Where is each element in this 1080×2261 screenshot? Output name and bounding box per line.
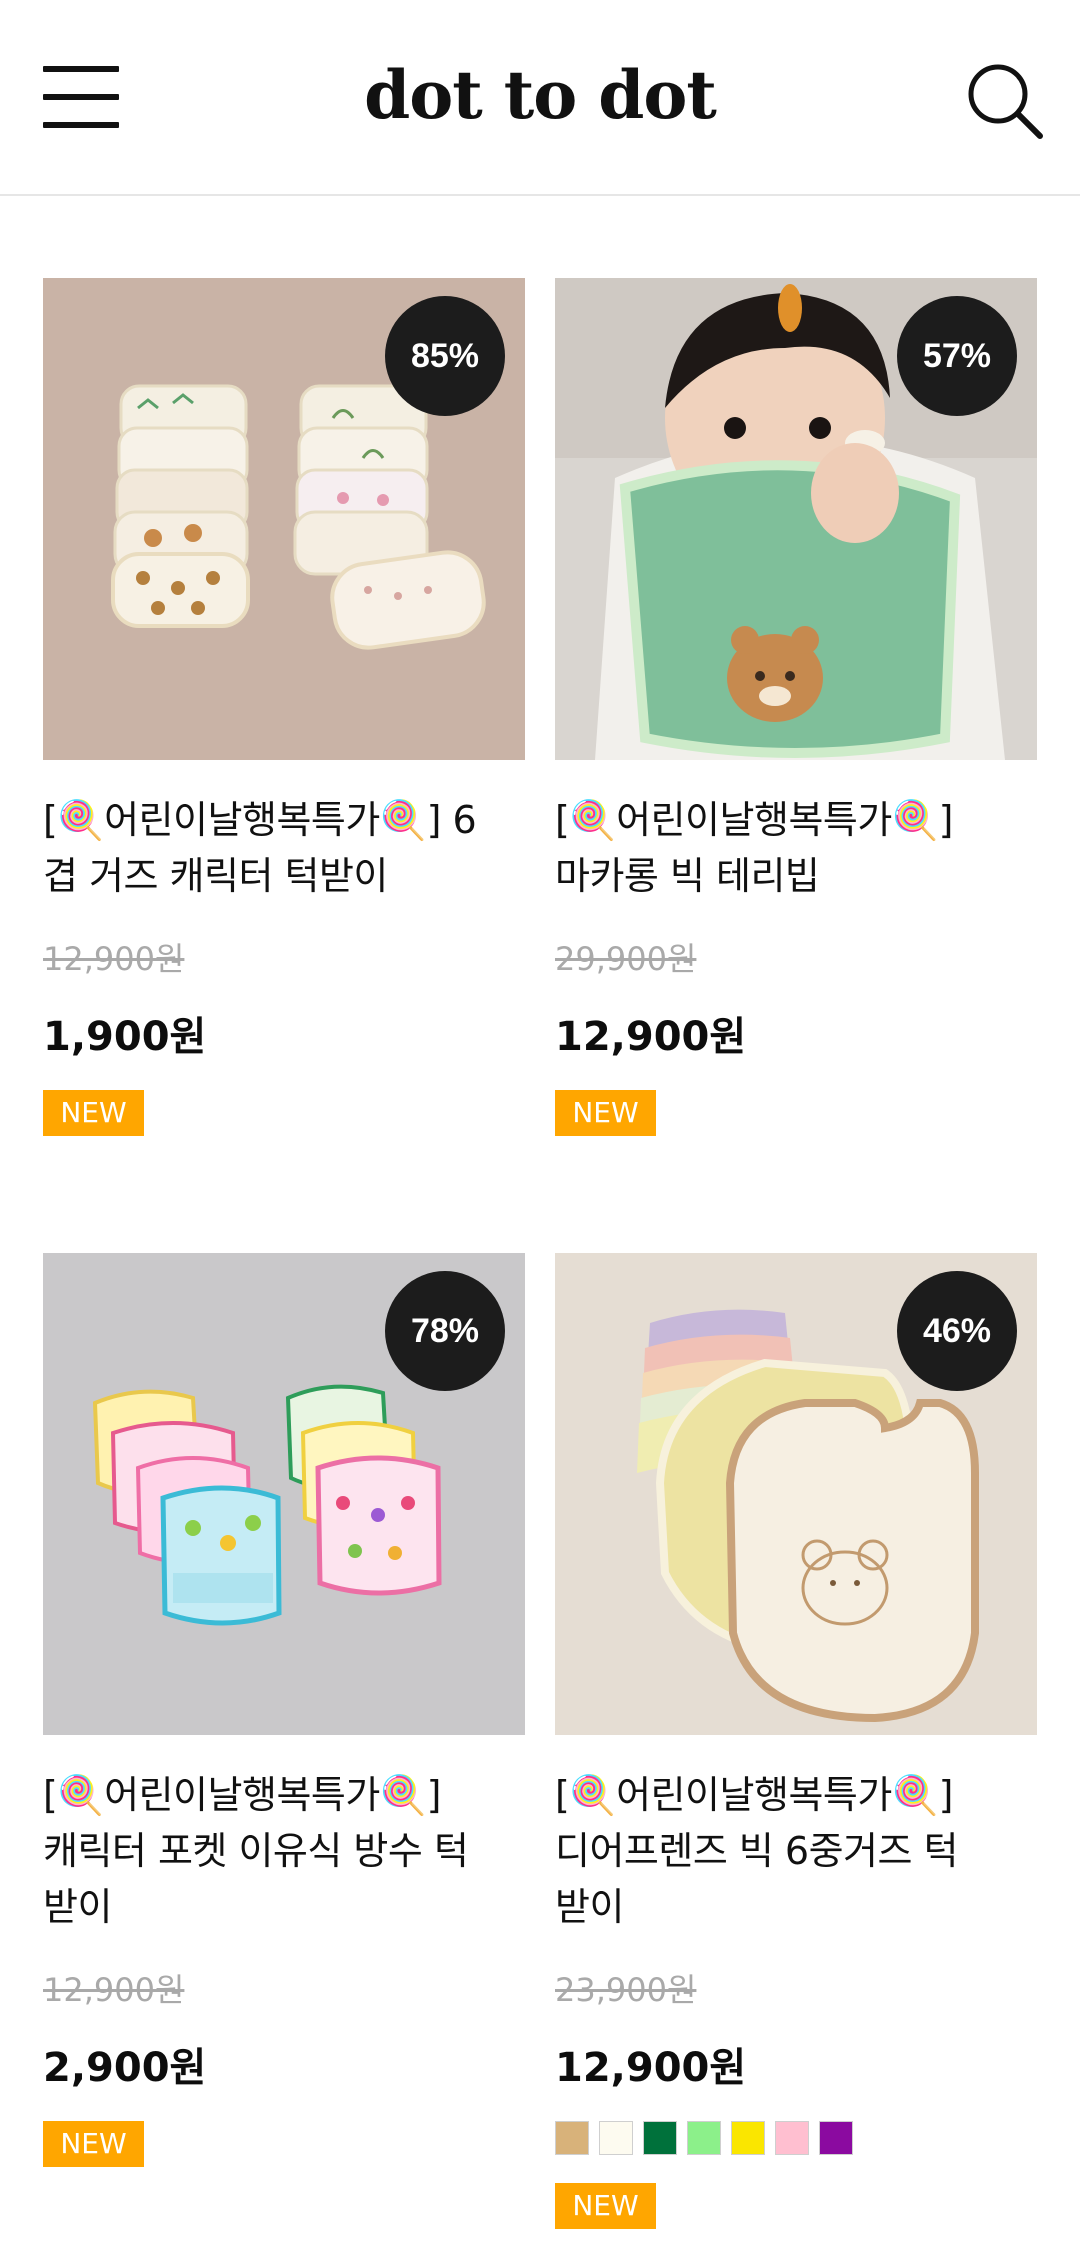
product-title-line: 캐릭터 포켓 이유식 방수 턱 [43,1829,469,1873]
product-image[interactable]: 57% [555,278,1037,760]
sale-price: 12,900원 [555,2045,747,2091]
discount-badge: 78% [385,1271,505,1391]
product-title-line: 받이 [555,1885,624,1929]
product-card[interactable]: 78% [🍭어린이날행복특가🍭] 캐릭터 포켓 이유식 방수 턱 받이 12,9… [43,1253,525,2167]
color-swatch[interactable] [643,2121,677,2155]
product-title[interactable]: [🍭어린이날행복특가🍭] 디어프렌즈 빅 6중거즈 턱 받이 [555,1767,1037,1935]
color-swatch[interactable] [599,2121,633,2155]
color-swatch[interactable] [775,2121,809,2155]
product-title-line: 디어프렌즈 빅 6중거즈 턱 [555,1829,959,1873]
product-card[interactable]: 46% [🍭어린이날행복특가🍭] 디어프렌즈 빅 6중거즈 턱 받이 23,90… [555,1253,1037,2229]
product-title-line: [🍭어린이날행복특가🍭] 6 [43,798,477,842]
top-header: dot to dot [0,0,1080,196]
product-image[interactable]: 78% [43,1253,525,1735]
product-title-line: 겹 거즈 캐릭터 턱받이 [43,854,388,898]
color-swatch[interactable] [555,2121,589,2155]
product-card[interactable]: 85% [🍭어린이날행복특가🍭] 6 겹 거즈 캐릭터 턱받이 12,900원 … [43,278,525,1136]
sale-price: 12,900원 [555,1014,747,1060]
product-card[interactable]: 57% [🍭어린이날행복특가🍭] 마카롱 빅 테리빕 29,900원 12,90… [555,278,1037,1136]
product-title-line: [🍭어린이날행복특가🍭] [555,1773,953,1817]
new-tag: NEW [555,1090,656,1136]
discount-badge: 85% [385,296,505,416]
product-title[interactable]: [🍭어린이날행복특가🍭] 마카롱 빅 테리빕 [555,792,1037,904]
color-swatch[interactable] [731,2121,765,2155]
sale-price: 2,900원 [43,2045,207,2091]
new-tag: NEW [43,1090,144,1136]
product-title-line: [🍭어린이날행복특가🍭] [43,1773,441,1817]
original-price: 12,900원 [43,1971,185,2009]
discount-badge: 46% [897,1271,1017,1391]
product-image[interactable]: 85% [43,278,525,760]
sale-price: 1,900원 [43,1014,207,1060]
product-title-line: [🍭어린이날행복특가🍭] [555,798,953,842]
product-title[interactable]: [🍭어린이날행복특가🍭] 캐릭터 포켓 이유식 방수 턱 받이 [43,1767,525,1935]
new-tag: NEW [555,2183,656,2229]
color-swatch[interactable] [819,2121,853,2155]
original-price: 23,900원 [555,1971,697,2009]
product-title-line: 받이 [43,1885,112,1929]
search-icon[interactable] [966,62,1044,140]
product-image[interactable]: 46% [555,1253,1037,1735]
new-tag: NEW [43,2121,144,2167]
store-logo[interactable]: dot to dot [0,56,1080,134]
product-title-line: 마카롱 빅 테리빕 [555,854,820,898]
original-price: 12,900원 [43,940,185,978]
color-swatch[interactable] [687,2121,721,2155]
color-swatches [555,2121,1037,2155]
product-title[interactable]: [🍭어린이날행복특가🍭] 6 겹 거즈 캐릭터 턱받이 [43,792,525,904]
original-price: 29,900원 [555,940,697,978]
discount-badge: 57% [897,296,1017,416]
